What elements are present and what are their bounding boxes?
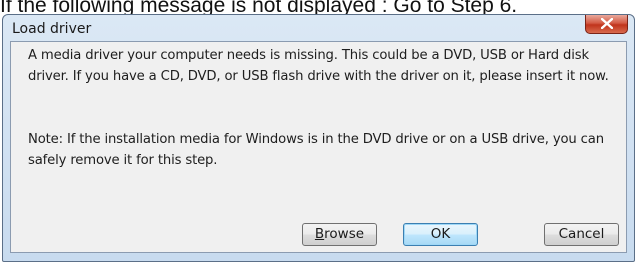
load-driver-dialog: Load driver A media driver your computer… [2, 14, 635, 262]
dialog-titlebar[interactable]: Load driver [3, 15, 634, 41]
close-icon [600, 17, 613, 30]
dialog-content: A media driver your computer needs is mi… [10, 41, 627, 253]
browse-button[interactable]: Browse [302, 223, 377, 246]
missing-driver-message: A media driver your computer needs is mi… [28, 48, 609, 84]
dialog-title: Load driver [12, 21, 92, 37]
removal-note-message: Note: If the installation media for Wind… [28, 132, 604, 168]
ok-button[interactable]: OK [403, 223, 478, 246]
close-button[interactable] [585, 15, 628, 34]
cancel-button[interactable]: Cancel [544, 223, 619, 246]
